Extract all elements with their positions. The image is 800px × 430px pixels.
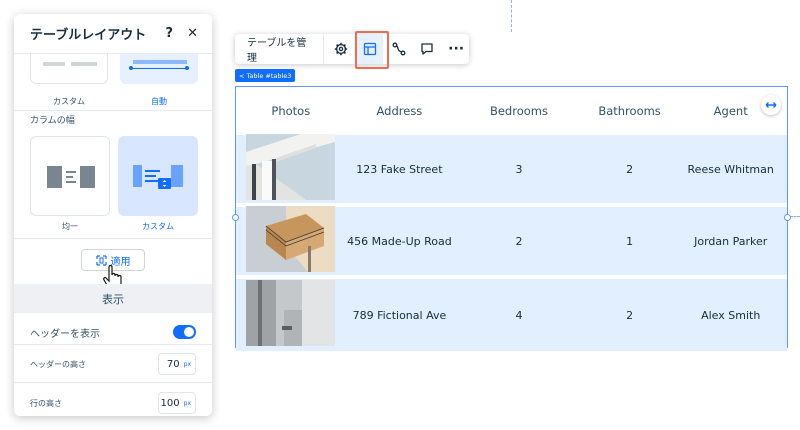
header-height-input[interactable]: 70 px (158, 353, 196, 375)
unit-label: px (183, 360, 191, 368)
comment-button[interactable] (415, 34, 441, 64)
width-option-label: 均一 (62, 222, 78, 231)
more-icon[interactable]: ··· (443, 34, 469, 64)
panel-header: テーブルレイアウト ? ✕ (14, 14, 212, 54)
thumb-bar (43, 62, 65, 66)
divider (14, 110, 212, 111)
header-cell-bathrooms[interactable]: Bathrooms (585, 104, 675, 118)
header-cell-photos[interactable]: Photos (236, 104, 346, 118)
table-breadcrumb-tag[interactable]: < Table #table3 (235, 69, 296, 82)
agent-cell[interactable]: Reese Whitman (674, 163, 787, 176)
left-resize-handle[interactable] (232, 214, 239, 221)
house-photo (246, 134, 335, 200)
column-width-label: カラムの幅 (30, 116, 75, 126)
column-width-options: 均一 カスタム (30, 136, 198, 232)
bedrooms-cell[interactable]: 2 (453, 235, 585, 248)
width-equal-thumb[interactable] (30, 136, 110, 216)
width-option-label: カスタム (142, 222, 174, 231)
agent-cell[interactable]: Jordan Parker (674, 235, 787, 248)
layout-option-auto[interactable]: 自動 (120, 54, 198, 109)
header-height-setting: ヘッダーの高さ 70 px (14, 345, 212, 383)
layout-option-custom[interactable]: カスタム (30, 54, 108, 109)
balcony-photo (246, 206, 335, 272)
address-cell[interactable]: 123 Fake Street (346, 163, 454, 176)
vertical-guide-line (511, 0, 512, 32)
layout-icon (363, 42, 377, 56)
display-section-label: 表示 (102, 292, 124, 306)
layout-custom-thumb[interactable] (30, 54, 108, 84)
unit-label: px (183, 399, 191, 407)
floating-toolbar: テーブルを管理 ··· (235, 31, 469, 69)
show-header-toggle[interactable] (173, 325, 196, 339)
bedrooms-cell[interactable]: 3 (453, 163, 585, 176)
connect-button[interactable] (386, 34, 412, 64)
row-height-input[interactable]: 100 px (158, 392, 196, 414)
thumb-bar (71, 62, 97, 66)
width-option-equal[interactable]: 均一 (30, 136, 110, 232)
table-row[interactable]: 123 Fake Street 3 2 Reese Whitman (236, 134, 787, 207)
photo-cell (236, 206, 346, 276)
layout-option-label: カスタム (53, 97, 85, 106)
layout-option-label: 自動 (151, 97, 167, 106)
divider (14, 382, 212, 383)
row-height-value: 100 (160, 397, 180, 409)
thumb-line (131, 68, 187, 69)
display-section-header: 表示 (14, 284, 212, 313)
layout-auto-thumb[interactable] (120, 54, 198, 84)
header-height-value: 70 (166, 358, 180, 370)
layout-options: カスタム 自動 (30, 54, 198, 109)
layout-button[interactable] (355, 31, 389, 69)
header-height-label: ヘッダーの高さ (30, 359, 86, 369)
comment-icon (421, 43, 434, 55)
table-row[interactable]: 456 Made-Up Road 2 1 Jordan Parker (236, 206, 787, 279)
address-cell[interactable]: 456 Made-Up Road (346, 235, 454, 248)
width-option-custom[interactable]: カスタム (118, 136, 198, 232)
panel-title: テーブルレイアウト (30, 28, 147, 43)
table-row[interactable]: 789 Fictional Ave 4 2 Alex Smith (236, 279, 787, 351)
horizontal-guide-line (790, 216, 800, 217)
connect-icon (392, 42, 406, 56)
photo-cell (236, 280, 346, 350)
help-icon[interactable]: ? (166, 26, 174, 41)
table-layout-panel: テーブルレイアウト ? ✕ カスタム 自動 カラムの幅 均一 カスタム 適用 表… (14, 14, 212, 416)
close-icon[interactable]: ✕ (187, 26, 198, 41)
header-cell-bedrooms[interactable]: Bedrooms (453, 104, 585, 118)
header-cell-address[interactable]: Address (346, 104, 454, 118)
row-height-setting: 行の高さ 100 px (14, 384, 212, 416)
bathrooms-cell[interactable]: 1 (585, 235, 675, 248)
gear-icon (335, 42, 348, 56)
settings-button[interactable] (329, 34, 355, 64)
divider (14, 238, 212, 239)
thumb-dot (185, 66, 189, 70)
table-header-row: Photos Address Bedrooms Bathrooms Agent (236, 87, 787, 135)
thumb-dot (129, 66, 133, 70)
right-resize-handle[interactable] (784, 214, 791, 221)
stretch-handle[interactable] (761, 95, 781, 115)
horizontal-resize-icon (765, 102, 777, 108)
manage-table-button[interactable]: テーブルを管理 (235, 34, 324, 64)
thumb-bar (133, 60, 187, 64)
equal-width-icon (47, 166, 95, 188)
photo-cell (236, 134, 346, 204)
row-height-label: 行の高さ (30, 398, 62, 408)
custom-width-icon (133, 165, 183, 189)
bedrooms-cell[interactable]: 4 (453, 309, 585, 322)
show-header-label: ヘッダーを表示 (30, 328, 100, 340)
bathrooms-cell[interactable]: 2 (585, 163, 675, 176)
agent-cell[interactable]: Alex Smith (674, 309, 787, 322)
bathrooms-cell[interactable]: 2 (585, 309, 675, 322)
width-custom-thumb[interactable] (118, 136, 198, 216)
building-photo (246, 280, 335, 346)
table-element[interactable]: Photos Address Bedrooms Bathrooms Agent … (232, 86, 791, 351)
address-cell[interactable]: 789 Fictional Ave (346, 309, 454, 322)
